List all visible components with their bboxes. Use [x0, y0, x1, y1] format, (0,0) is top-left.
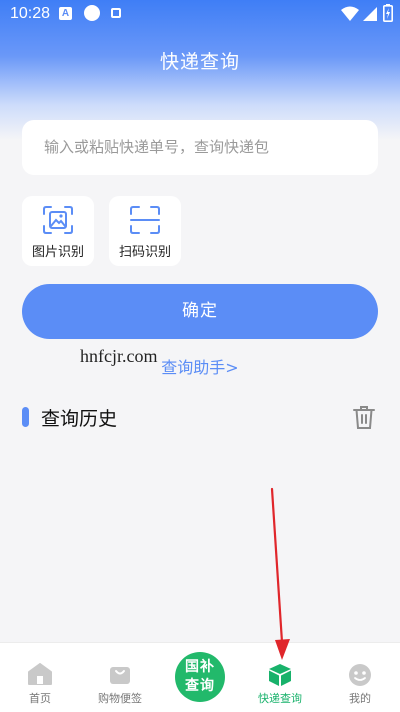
nav-label-shopping-notes: 购物便签 [98, 692, 142, 705]
confirm-button[interactable]: 确定 [22, 284, 378, 339]
scan-code-label: 扫码识别 [118, 245, 171, 260]
subsidy-query-button[interactable]: 国补 查询 [172, 649, 228, 705]
image-recognition-button[interactable]: 图片识别 [22, 196, 94, 266]
status-bar: 10:28 A [0, 0, 400, 28]
package-box-icon [269, 664, 291, 686]
signal-icon [363, 7, 377, 21]
watermark-text: hnfcjr.com [80, 346, 158, 366]
nav-item-express-query[interactable]: 快递查询 [240, 643, 320, 712]
circle-icon [84, 5, 100, 21]
android-a-icon: A [59, 7, 72, 20]
face-icon [349, 664, 371, 686]
wifi-icon [341, 6, 359, 21]
home-icon [28, 663, 52, 685]
query-helper-link[interactable]: 查询助手> [0, 354, 400, 378]
section-accent-bar [22, 407, 29, 427]
subsidy-query-line2: 查询 [185, 678, 215, 694]
nav-label-home: 首页 [29, 692, 51, 705]
image-recognition-label: 图片识别 [31, 245, 84, 260]
nav-item-mine[interactable]: 我的 [320, 643, 400, 712]
nav-item-shopping-notes[interactable]: 购物便签 [80, 643, 160, 712]
history-title: 查询历史 [41, 408, 118, 430]
subsidy-query-line1: 国补 [185, 659, 215, 675]
status-time: 10:28 [10, 5, 51, 22]
scan-code-button[interactable]: 扫码识别 [109, 196, 181, 266]
image-recognition-icon [43, 206, 73, 234]
tracking-number-input[interactable]: 输入或粘贴快递单号，查询快递包 [22, 120, 378, 175]
trash-icon[interactable] [352, 404, 376, 430]
scan-code-icon [130, 206, 160, 234]
page-title: 快递查询 [159, 51, 240, 73]
battery-charging-icon [383, 4, 393, 22]
nav-label-express-query: 快递查询 [258, 692, 302, 705]
nav-label-mine: 我的 [349, 692, 371, 705]
shopping-bag-icon [110, 667, 130, 684]
subsidy-query-badge: 国补 查询 [175, 652, 225, 702]
nav-item-home[interactable]: 首页 [0, 643, 80, 712]
square-icon [111, 8, 121, 18]
